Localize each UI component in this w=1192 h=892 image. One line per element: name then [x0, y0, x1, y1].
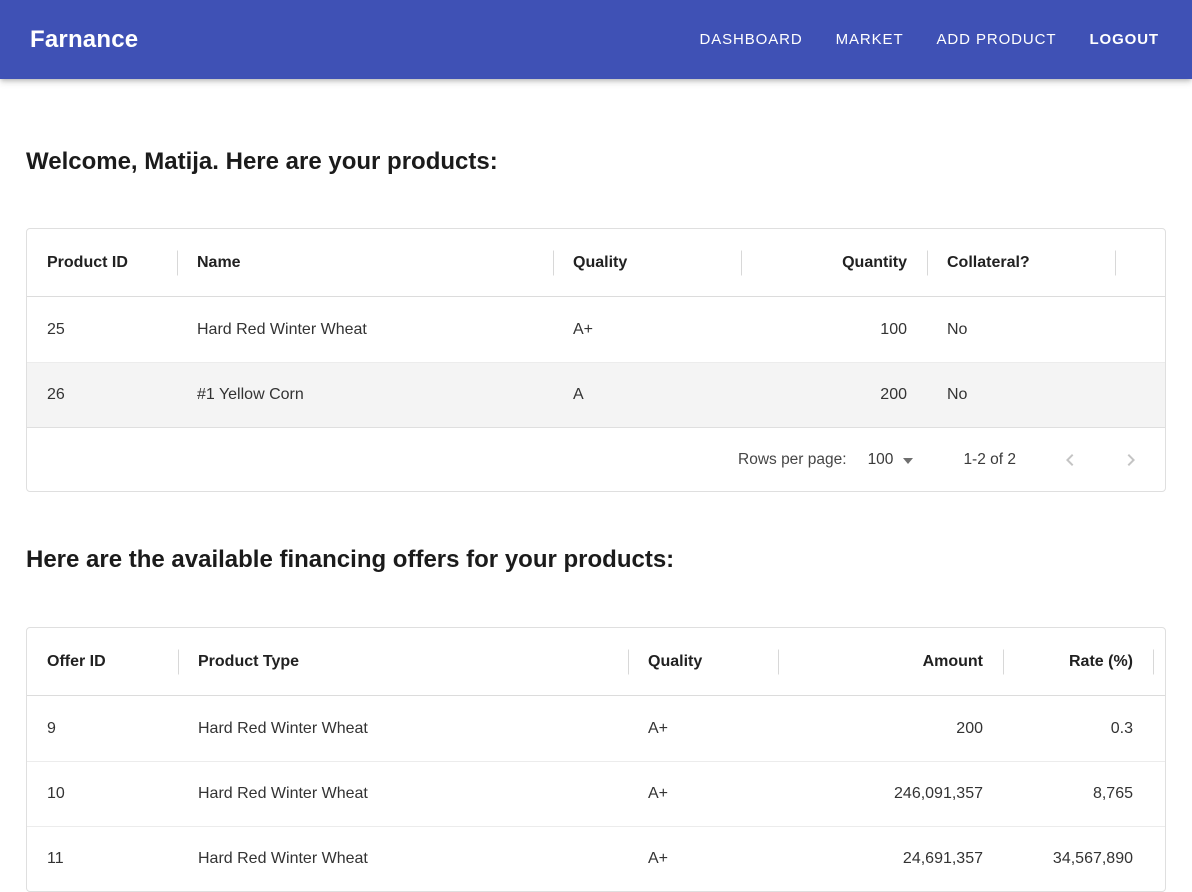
table-row[interactable]: 11 Hard Red Winter Wheat A+ 24,691,357 3…: [27, 826, 1165, 891]
cell-quantity: 200: [741, 386, 927, 404]
column-header-name: Name: [177, 254, 553, 272]
cell-product-id: 26: [27, 386, 177, 404]
column-header-spacer: [1115, 229, 1165, 296]
products-table-header: Product ID Name Quality Quantity Collate…: [27, 229, 1165, 297]
rows-per-page-value: 100: [868, 451, 894, 469]
cell-collateral: No: [927, 386, 1115, 404]
app-bar: Farnance DASHBOARD MARKET ADD PRODUCT LO…: [0, 0, 1192, 79]
cell-amount: 24,691,357: [778, 850, 1003, 868]
nav-item-market[interactable]: MARKET: [836, 31, 904, 48]
cell-quality: A: [553, 386, 741, 404]
cell-product-type: Hard Red Winter Wheat: [178, 785, 628, 803]
column-header-amount: Amount: [778, 653, 1003, 671]
main-content: Welcome, Matija. Here are your products:…: [0, 148, 1192, 892]
brand-logo[interactable]: Farnance: [30, 26, 138, 54]
cell-quantity: 100: [741, 321, 927, 339]
cell-rate: 0.3: [1003, 720, 1153, 738]
chevron-left-icon: [1058, 448, 1082, 472]
pagination-range: 1-2 of 2: [963, 451, 1016, 469]
nav-item-add-product[interactable]: ADD PRODUCT: [937, 31, 1057, 48]
table-row[interactable]: 25 Hard Red Winter Wheat A+ 100 No: [27, 297, 1165, 362]
cell-amount: 200: [778, 720, 1003, 738]
column-header-product-type: Product Type: [178, 653, 628, 671]
column-header-quality: Quality: [553, 254, 741, 272]
nav-item-dashboard[interactable]: DASHBOARD: [700, 31, 803, 48]
main-nav: DASHBOARD MARKET ADD PRODUCT LOGOUT: [700, 31, 1160, 48]
column-header-quantity: Quantity: [741, 254, 927, 272]
table-row[interactable]: 10 Hard Red Winter Wheat A+ 246,091,357 …: [27, 761, 1165, 826]
cell-product-id: 25: [27, 321, 177, 339]
cell-offer-id: 10: [27, 785, 178, 803]
cell-name: #1 Yellow Corn: [177, 386, 553, 404]
column-header-spacer: [1153, 628, 1165, 695]
offers-table-header: Offer ID Product Type Quality Amount Rat…: [27, 628, 1165, 696]
cell-rate: 34,567,890: [1003, 850, 1153, 868]
cell-offer-id: 9: [27, 720, 178, 738]
products-table: Product ID Name Quality Quantity Collate…: [26, 228, 1166, 492]
column-header-rate: Rate (%): [1003, 653, 1153, 671]
table-row[interactable]: 26 #1 Yellow Corn A 200 No: [27, 362, 1165, 427]
rows-per-page-select[interactable]: 100: [868, 451, 914, 469]
chevron-right-icon: [1119, 448, 1143, 472]
cell-quality: A+: [628, 785, 778, 803]
column-header-product-id: Product ID: [27, 254, 177, 272]
offers-table: Offer ID Product Type Quality Amount Rat…: [26, 627, 1166, 892]
cell-quality: A+: [553, 321, 741, 339]
next-page-button[interactable]: [1119, 448, 1143, 472]
cell-name: Hard Red Winter Wheat: [177, 321, 553, 339]
cell-amount: 246,091,357: [778, 785, 1003, 803]
cell-rate: 8,765: [1003, 785, 1153, 803]
column-header-collateral: Collateral?: [927, 254, 1115, 272]
rows-per-page-label: Rows per page:: [738, 451, 847, 469]
cell-offer-id: 11: [27, 850, 178, 868]
offers-heading: Here are the available financing offers …: [26, 546, 1166, 574]
table-row[interactable]: 9 Hard Red Winter Wheat A+ 200 0.3: [27, 696, 1165, 761]
cell-quality: A+: [628, 850, 778, 868]
products-table-pagination: Rows per page: 100 1-2 of 2: [27, 427, 1165, 491]
cell-product-type: Hard Red Winter Wheat: [178, 720, 628, 738]
cell-collateral: No: [927, 321, 1115, 339]
cell-quality: A+: [628, 720, 778, 738]
welcome-heading: Welcome, Matija. Here are your products:: [26, 148, 1166, 176]
cell-product-type: Hard Red Winter Wheat: [178, 850, 628, 868]
dropdown-arrow-icon: [903, 458, 913, 464]
nav-item-logout[interactable]: LOGOUT: [1089, 31, 1159, 48]
column-header-quality: Quality: [628, 653, 778, 671]
column-header-offer-id: Offer ID: [27, 653, 178, 671]
previous-page-button[interactable]: [1058, 448, 1082, 472]
